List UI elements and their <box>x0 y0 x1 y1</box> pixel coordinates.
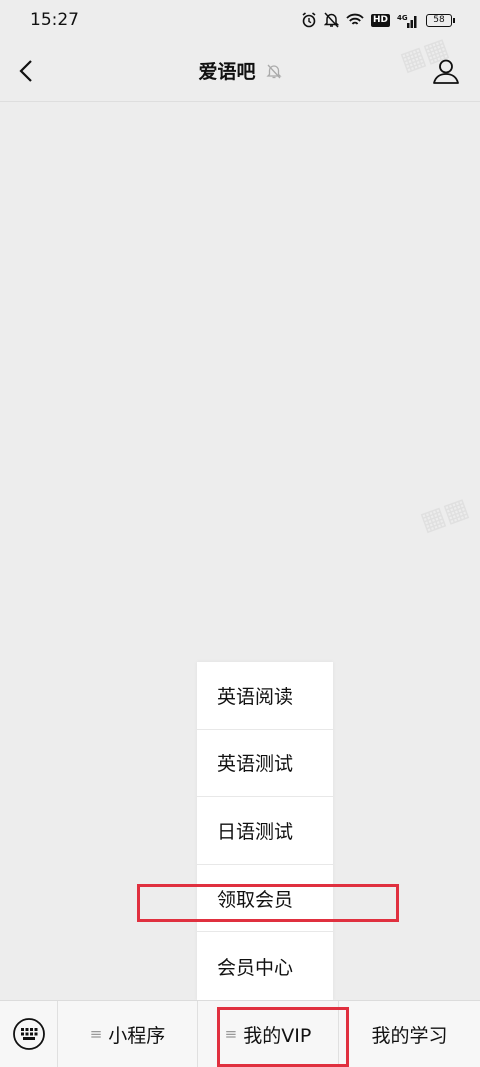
highlight-my-vip <box>217 1007 349 1067</box>
tab-label: 小程序 <box>108 1024 166 1047</box>
status-time: 15:27 <box>30 10 79 30</box>
menu-item-japanese-test[interactable]: 日语测试 <box>197 797 333 865</box>
tab-label: 我的学习 <box>371 1024 448 1047</box>
submenu-icon: ≡ <box>89 1025 103 1043</box>
page-title: 爱语吧 <box>198 61 256 83</box>
muted-bell-icon <box>265 64 282 78</box>
svg-text:4G: 4G <box>397 14 408 22</box>
mute-icon <box>323 12 339 28</box>
alarm-icon <box>302 12 316 28</box>
battery-icon: 58 <box>426 13 455 27</box>
menu-item-member-center[interactable]: 会员中心 <box>197 932 333 1000</box>
menu-item-english-reading[interactable]: 英语阅读 <box>197 662 333 730</box>
back-button[interactable] <box>12 56 40 86</box>
vip-popup-menu: 英语阅读 英语测试 日语测试 领取会员 会员中心 <box>197 662 333 1000</box>
signal-icon: 4G <box>397 14 417 28</box>
title-wrap: 爱语吧 <box>198 57 282 84</box>
menu-item-english-test[interactable]: 英语测试 <box>197 730 333 798</box>
keyboard-icon <box>12 1018 45 1050</box>
wifi-icon <box>346 13 364 25</box>
highlight-claim-membership <box>137 884 399 922</box>
status-icons: HD 4G 58 <box>301 12 455 28</box>
tab-mini-program[interactable]: ≡ 小程序 <box>58 1000 198 1067</box>
back-icon <box>19 60 32 82</box>
status-bar: 15:27 HD 4G 58 <box>0 0 480 40</box>
tab-my-study[interactable]: ≡ 我的学习 <box>339 1001 480 1067</box>
keyboard-toggle-button[interactable] <box>0 1000 58 1067</box>
hd-icon: HD <box>370 13 390 27</box>
